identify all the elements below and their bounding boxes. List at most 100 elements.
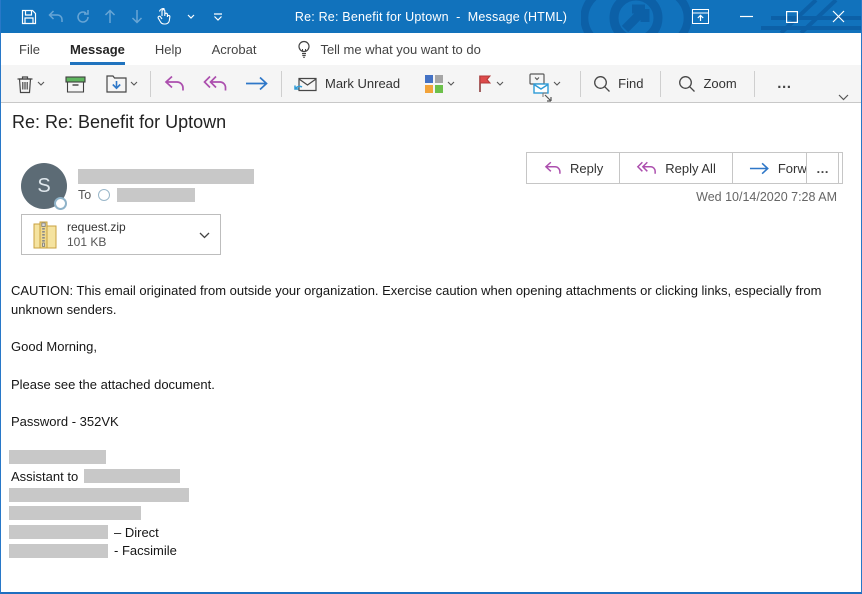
find-label: Find (618, 76, 643, 91)
redacted-text (9, 488, 189, 502)
signature-line: - Facsimile (9, 541, 189, 560)
forward-icon (245, 76, 269, 91)
outlook-message-window: Re: Re: Benefit for Uptown - Message (HT… (0, 0, 862, 594)
redo-icon[interactable] (69, 5, 96, 29)
reply-all-icon (203, 75, 227, 92)
ribbon-separator (754, 71, 755, 97)
message-subject: Re: Re: Benefit for Uptown (12, 112, 226, 133)
move-button[interactable] (101, 69, 143, 99)
lightbulb-icon (297, 40, 311, 58)
reply-all-label: Reply All (665, 161, 716, 176)
more-commands-button[interactable]: … (767, 75, 803, 92)
body-password: Password - 352VK (11, 414, 119, 429)
attachment-name: request.zip (67, 220, 126, 235)
signature-block: Assistant to – Direct - Facsimile (9, 448, 189, 560)
attachment-chip[interactable]: request.zip 101 KB (21, 214, 221, 255)
recipient-presence-icon (98, 189, 110, 201)
follow-up-button[interactable] (472, 69, 509, 99)
ribbon-separator (660, 71, 661, 97)
categorize-button[interactable] (419, 69, 460, 99)
move-up-icon[interactable] (96, 5, 123, 29)
ribbon-separator (580, 71, 581, 97)
respond-group (158, 65, 274, 102)
save-icon[interactable] (15, 5, 42, 29)
dialog-launcher-icon[interactable] (542, 90, 553, 108)
search-icon (593, 75, 611, 93)
ribbon-display-options-icon[interactable] (677, 0, 723, 33)
quick-access-toolbar (15, 5, 231, 29)
ribbon-separator (281, 71, 282, 97)
follow-up-dropdown-icon[interactable] (496, 81, 504, 86)
move-down-icon[interactable] (123, 5, 150, 29)
message-date: Wed 10/14/2020 7:28 AM (696, 190, 837, 204)
tab-help[interactable]: Help (155, 33, 182, 65)
ribbon-toolbar: Mark Unread Find Z (1, 65, 861, 103)
reply-button[interactable] (158, 69, 190, 99)
move-folder-icon (106, 74, 127, 93)
maximize-icon[interactable] (769, 0, 815, 33)
more-actions-button[interactable]: … (806, 152, 839, 184)
trash-icon (16, 74, 34, 94)
signature-line (9, 448, 189, 467)
redacted-text (9, 450, 106, 464)
reply-icon (163, 75, 185, 92)
rules-dropdown-icon[interactable] (553, 81, 561, 86)
ribbon-tab-bar: File Message Help Acrobat Tell me what y… (1, 33, 861, 65)
caution-banner-text: CAUTION: This email originated from outs… (11, 281, 831, 319)
ribbon-separator (150, 71, 151, 97)
forward-button[interactable] (240, 69, 274, 99)
archive-button[interactable] (60, 69, 91, 99)
customize-quick-access-toolbar-icon[interactable] (204, 5, 231, 29)
signature-line (9, 504, 189, 523)
signature-direct-label: – Direct (112, 525, 161, 540)
zoom-magnifier-icon (678, 75, 696, 93)
tell-me-label: Tell me what you want to do (320, 42, 480, 57)
find-button[interactable]: Find (588, 69, 648, 99)
tab-acrobat[interactable]: Acrobat (212, 33, 257, 65)
touch-mode-dropdown-icon[interactable] (177, 5, 204, 29)
zoom-button[interactable]: Zoom (673, 69, 741, 99)
mark-unread-icon (294, 74, 318, 93)
zip-file-icon (32, 220, 58, 250)
recipient-row: To (78, 188, 195, 202)
move-dropdown-icon[interactable] (130, 81, 138, 86)
attachment-dropdown-icon[interactable] (199, 226, 210, 244)
tab-message[interactable]: Message (70, 33, 125, 65)
touch-mouse-mode-icon[interactable] (150, 5, 177, 29)
minimize-icon[interactable] (723, 0, 769, 33)
archive-icon (65, 75, 86, 93)
reply-all-header-button[interactable]: Reply All (620, 153, 733, 183)
redacted-text (9, 544, 108, 558)
title-bar: Re: Re: Benefit for Uptown - Message (HT… (1, 0, 861, 33)
delete-group (11, 65, 143, 102)
signature-line: – Direct (9, 523, 189, 542)
signature-line (9, 485, 189, 504)
tab-file[interactable]: File (19, 33, 40, 65)
redacted-text (9, 525, 108, 539)
categorize-dropdown-icon[interactable] (447, 81, 455, 86)
redacted-text (84, 469, 180, 483)
presence-badge (54, 197, 67, 210)
mark-unread-label: Mark Unread (325, 76, 400, 91)
close-icon[interactable] (815, 0, 861, 33)
body-greeting: Good Morning, (11, 339, 97, 354)
redacted-text (9, 506, 141, 520)
flag-icon (477, 74, 493, 93)
mark-unread-button[interactable]: Mark Unread (289, 69, 405, 99)
editing-group: Find Zoom … (588, 65, 803, 102)
tell-me-box[interactable]: Tell me what you want to do (297, 33, 480, 65)
delete-dropdown-icon[interactable] (37, 81, 45, 86)
delete-button[interactable] (11, 69, 50, 99)
undo-icon[interactable] (42, 5, 69, 29)
signature-facsimile-label: - Facsimile (112, 543, 179, 558)
tags-group: Mark Unread (289, 65, 566, 102)
message-actions: Reply Reply All Forward (526, 152, 843, 184)
reply-all-button[interactable] (198, 69, 232, 99)
reply-label: Reply (570, 161, 603, 176)
reply-all-icon (636, 161, 657, 175)
reply-header-button[interactable]: Reply (527, 153, 620, 183)
to-label: To (78, 188, 91, 202)
collapse-ribbon-icon[interactable] (838, 88, 849, 106)
sender-name-redacted (78, 169, 254, 184)
signature-line: Assistant to (9, 467, 189, 486)
